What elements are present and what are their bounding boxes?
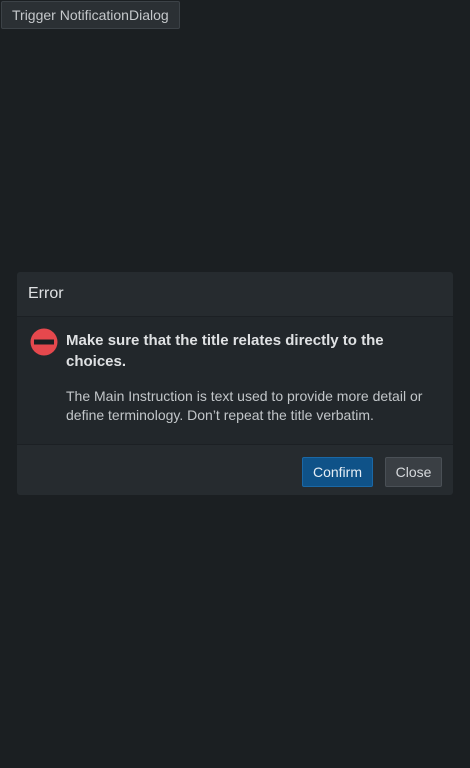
dialog-content: Make sure that the title relates directl… xyxy=(17,317,453,444)
dialog-footer: Confirm Close xyxy=(17,444,453,495)
dialog-header: Error xyxy=(17,272,453,317)
confirm-button[interactable]: Confirm xyxy=(302,457,373,487)
dialog-title: Error xyxy=(28,285,64,302)
main-instruction: Make sure that the title relates directl… xyxy=(66,332,384,370)
trigger-notification-dialog-button[interactable]: Trigger NotificationDialog xyxy=(1,1,180,29)
notification-dialog: Error Make sure that the title relates d… xyxy=(17,272,453,495)
dialog-content-text: The Main Instruction is text used to pro… xyxy=(66,388,423,423)
error-icon xyxy=(30,328,58,356)
close-button[interactable]: Close xyxy=(385,457,442,487)
